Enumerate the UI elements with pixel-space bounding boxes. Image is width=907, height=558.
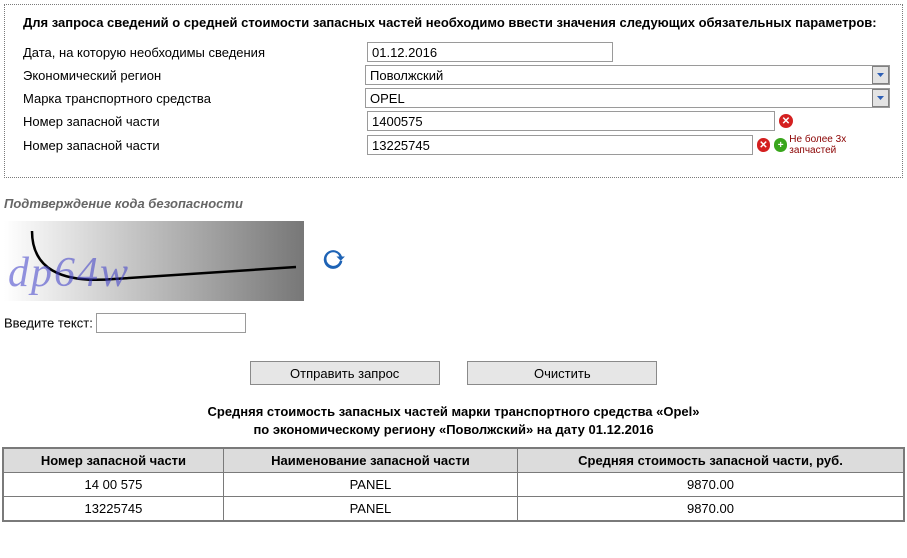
col-number: Номер запасной части: [3, 448, 223, 473]
captcha-input-label: Введите текст:: [4, 316, 93, 331]
label-part-2: Номер запасной части: [17, 138, 367, 153]
captcha-input-row: Введите текст:: [4, 313, 905, 333]
part-input-2[interactable]: [367, 135, 753, 155]
date-input[interactable]: [367, 42, 613, 62]
captcha-image: dp64w: [4, 221, 304, 301]
label-region: Экономический регион: [17, 68, 365, 83]
captcha-heading: Подтверждение кода безопасности: [4, 196, 905, 211]
table-row: 13225745 PANEL 9870.00: [3, 497, 904, 522]
refresh-icon[interactable]: [322, 248, 346, 275]
results-table: Номер запасной части Наименование запасн…: [2, 447, 905, 522]
label-part-1: Номер запасной части: [17, 114, 367, 129]
field-row-region: Экономический регион: [17, 65, 890, 85]
button-row: Отправить запрос Очистить: [2, 361, 905, 385]
captcha-text: dp64w: [8, 249, 130, 297]
field-row-brand: Марка транспортного средства: [17, 88, 890, 108]
results-heading: Средняя стоимость запасных частей марки …: [2, 403, 905, 439]
captcha-input[interactable]: [96, 313, 246, 333]
remove-part-icon[interactable]: ✕: [779, 114, 793, 128]
region-select[interactable]: [365, 65, 890, 85]
table-header-row: Номер запасной части Наименование запасн…: [3, 448, 904, 473]
part-input-1[interactable]: [367, 111, 775, 131]
parameter-box: Для запроса сведений о средней стоимости…: [4, 4, 903, 178]
table-row: 14 00 575 PANEL 9870.00: [3, 473, 904, 497]
captcha-row: dp64w: [2, 221, 905, 301]
chevron-down-icon[interactable]: [872, 89, 889, 107]
field-row-date: Дата, на которую необходимы сведения: [17, 42, 890, 62]
brand-select[interactable]: [365, 88, 890, 108]
no-more-parts-label: Не более 3х запчастей: [789, 134, 890, 156]
cell-name: PANEL: [223, 473, 517, 497]
remove-part-icon[interactable]: ✕: [757, 138, 770, 152]
cell-cost: 9870.00: [517, 497, 904, 522]
field-row-part-1: Номер запасной части ✕: [17, 111, 890, 131]
add-part-icon[interactable]: +: [774, 138, 787, 152]
results-heading-line2: по экономическому региону «Поволжский» н…: [253, 422, 653, 437]
cell-cost: 9870.00: [517, 473, 904, 497]
cell-number: 13225745: [3, 497, 223, 522]
cell-number: 14 00 575: [3, 473, 223, 497]
col-name: Наименование запасной части: [223, 448, 517, 473]
cell-name: PANEL: [223, 497, 517, 522]
submit-button[interactable]: Отправить запрос: [250, 361, 440, 385]
results-heading-line1: Средняя стоимость запасных частей марки …: [207, 404, 699, 419]
field-row-part-2: Номер запасной части ✕ + Не более 3х зап…: [17, 134, 890, 156]
col-cost: Средняя стоимость запасной части, руб.: [517, 448, 904, 473]
label-date: Дата, на которую необходимы сведения: [17, 45, 367, 60]
form-title: Для запроса сведений о средней стоимости…: [23, 15, 890, 30]
label-brand: Марка транспортного средства: [17, 91, 365, 106]
chevron-down-icon[interactable]: [872, 66, 889, 84]
clear-button[interactable]: Очистить: [467, 361, 657, 385]
